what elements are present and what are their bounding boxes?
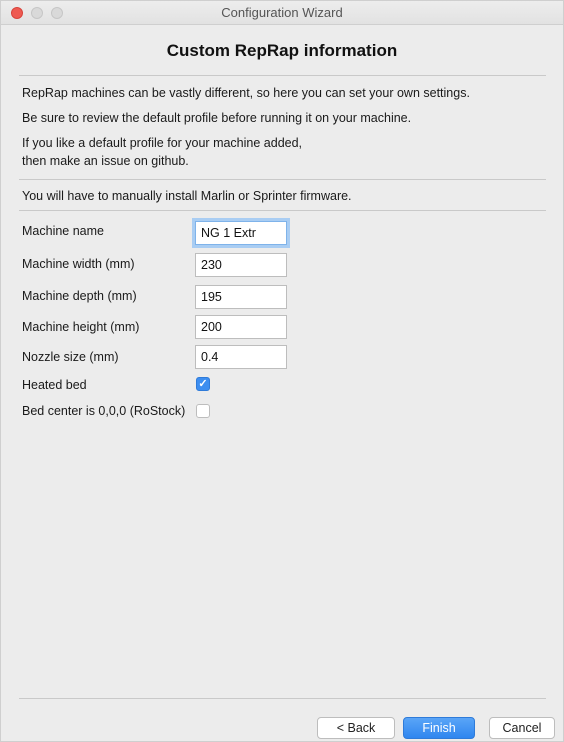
machine-depth-label: Machine depth (mm) (22, 289, 137, 303)
title-bar: Configuration Wizard (1, 1, 563, 25)
machine-width-input[interactable] (195, 253, 287, 277)
machine-depth-input[interactable] (195, 285, 287, 309)
wizard-window: Configuration Wizard Custom RepRap infor… (0, 0, 564, 742)
divider (19, 698, 546, 699)
page-title: Custom RepRap information (166, 41, 398, 60)
window-title: Configuration Wizard (221, 5, 343, 20)
finish-button[interactable]: Finish (403, 717, 475, 739)
nozzle-size-input[interactable] (195, 345, 287, 369)
nozzle-size-label: Nozzle size (mm) (22, 350, 119, 364)
cancel-button[interactable]: Cancel (489, 717, 555, 739)
bed-center-checkbox[interactable] (196, 404, 210, 418)
machine-width-label: Machine width (mm) (22, 257, 135, 271)
heated-bed-checkbox[interactable]: ✓ (196, 377, 210, 391)
info-text: RepRap machines can be vastly different,… (22, 86, 470, 100)
info-text: then make an issue on github. (22, 154, 189, 168)
info-text: If you like a default profile for your m… (22, 136, 303, 150)
heated-bed-label: Heated bed (22, 378, 87, 392)
divider (19, 210, 546, 211)
machine-name-label: Machine name (22, 224, 104, 238)
machine-height-label: Machine height (mm) (22, 320, 140, 334)
machine-height-input[interactable] (195, 315, 287, 339)
firmware-note: You will have to manually install Marlin… (22, 189, 352, 203)
bed-center-label: Bed center is 0,0,0 (RoStock) (22, 404, 186, 418)
divider (19, 75, 546, 76)
machine-name-input[interactable] (195, 221, 287, 245)
divider (19, 179, 546, 180)
back-button[interactable]: < Back (317, 717, 395, 739)
info-text: Be sure to review the default profile be… (22, 111, 412, 125)
